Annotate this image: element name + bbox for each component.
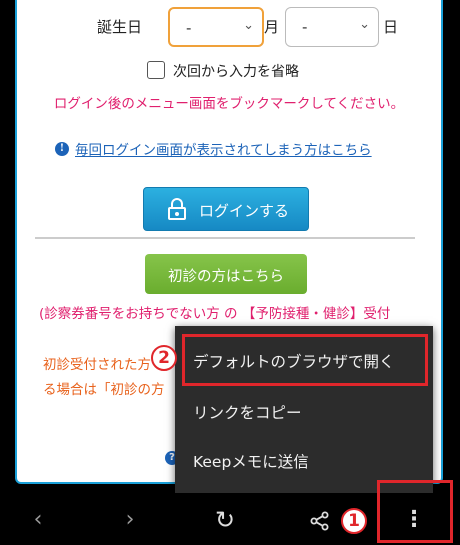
login-help-link-text: 毎回ログイン画面が表示されてしまう方はこちら [75, 142, 372, 159]
login-button-label: ログインする [199, 202, 290, 220]
divider [35, 237, 415, 239]
month-select-value: - [302, 18, 308, 36]
month-unit: 月 [264, 18, 280, 36]
birthday-year-select[interactable]: - ⌄ [168, 7, 264, 47]
lock-icon [168, 198, 186, 220]
login-help-link[interactable]: ! 毎回ログイン画面が表示されてしまう方はこちら [55, 138, 372, 160]
chevron-down-icon: ⌄ [359, 17, 370, 32]
day-unit: 日 [383, 18, 399, 36]
highlight-more-options [377, 480, 453, 543]
first-visit-button-label: 初診の方はこちら [168, 269, 284, 285]
bookmark-notice: ログイン後のメニュー画面をブックマークしてください。 [53, 96, 405, 112]
back-icon[interactable]: ‹ [18, 498, 58, 545]
step-2-badge: 2 [151, 345, 177, 371]
skip-input-label: 次回から入力を省略 [173, 64, 299, 80]
skip-input-checkbox[interactable] [147, 61, 165, 79]
forward-icon[interactable]: › [110, 498, 150, 545]
year-select-value: - [186, 19, 192, 37]
first-visit-info-line1: 初診受付された方 [43, 357, 151, 373]
menu-item-send-to-keep[interactable]: Keepメモに送信 [193, 450, 309, 472]
login-button[interactable]: ログインする [143, 187, 309, 231]
share-icon[interactable] [300, 498, 340, 545]
reload-icon[interactable]: ↻ [205, 498, 245, 545]
highlight-open-default-browser [182, 334, 428, 386]
birthday-row: 誕生日 - ⌄ 月 - ⌄ 日 [17, 6, 441, 48]
menu-item-copy-link[interactable]: リンクをコピー [193, 401, 302, 423]
step-1-badge: 1 [341, 508, 367, 534]
chevron-down-icon: ⌄ [243, 18, 254, 33]
info-icon: ! [55, 141, 69, 156]
birthday-label: 誕生日 [97, 18, 143, 36]
first-visit-info-line2: る場合は「初診の方 [43, 382, 165, 398]
first-visit-note: (診察券番号をお持ちでない方 の 【予防接種・健診】受付 [39, 306, 391, 322]
first-visit-button[interactable]: 初診の方はこちら [145, 254, 307, 294]
birthday-month-select[interactable]: - ⌄ [285, 7, 379, 47]
